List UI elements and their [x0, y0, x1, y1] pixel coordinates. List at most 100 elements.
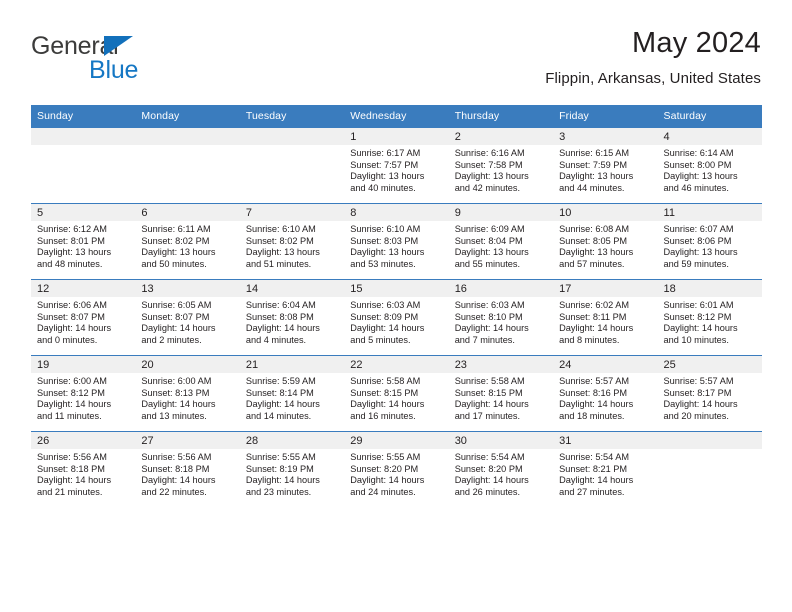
daylight-duration-line1: Daylight: 14 hours	[454, 323, 529, 334]
calendar-day-cell[interactable]: 1 Sunrise: 6:17 AM Sunset: 7:57 PM Daylight…	[344, 127, 449, 204]
day-details: Sunrise: 6:10 AM Sunset: 8:03 PM Daylight:…	[344, 221, 448, 270]
calendar-day-cell[interactable]: 2 Sunrise: 6:16 AM Sunset: 7:58 PM Daylight…	[448, 127, 554, 204]
sunrise-time: Sunrise: 6:10 AM	[245, 224, 316, 234]
daylight-duration-line1: Daylight: 13 hours	[559, 171, 634, 182]
daylight-duration-line1: Daylight: 14 hours	[37, 323, 112, 334]
day-cell-inner: 3 Sunrise: 6:15 AM Sunset: 7:59 PM Daylight…	[553, 128, 658, 203]
calendar-day-cell[interactable]: 26 Sunrise: 5:56 AM Sunset: 8:18 PM Dayligh…	[31, 431, 136, 508]
sunset-time: Sunset: 8:18 PM	[141, 463, 210, 474]
day-cell-inner: 17 Sunrise: 6:02 AM Sunset: 8:11 PM Dayligh…	[553, 280, 658, 355]
sunrise-time: Sunrise: 5:55 AM	[245, 452, 316, 462]
daylight-duration-line2: and 0 minutes.	[37, 334, 98, 345]
sunrise-time: Sunrise: 6:06 AM	[37, 300, 107, 310]
day-details	[240, 145, 344, 148]
daylight-duration-line1: Daylight: 14 hours	[141, 475, 216, 486]
day-details: Sunrise: 6:00 AM Sunset: 8:12 PM Daylight:…	[31, 373, 135, 422]
day-cell-inner: 6 Sunrise: 6:11 AM Sunset: 8:02 PM Daylight…	[135, 204, 240, 279]
calendar-day-cell[interactable]: 9 Sunrise: 6:09 AM Sunset: 8:04 PM Daylight…	[448, 203, 554, 280]
day-number	[135, 128, 240, 145]
calendar-day-cell[interactable]: 17 Sunrise: 6:02 AM Sunset: 8:11 PM Dayligh…	[553, 279, 658, 356]
daylight-duration-line2: and 7 minutes.	[454, 334, 515, 345]
sunset-time: Sunset: 8:11 PM	[559, 311, 627, 322]
daylight-duration-line2: and 57 minutes.	[559, 258, 625, 269]
calendar-day-cell[interactable]: 20 Sunrise: 6:00 AM Sunset: 8:13 PM Dayligh…	[135, 355, 240, 432]
day-cell-inner: 24 Sunrise: 5:57 AM Sunset: 8:16 PM Dayligh…	[553, 356, 658, 431]
calendar-day-cell[interactable]: 12 Sunrise: 6:06 AM Sunset: 8:07 PM Dayligh…	[31, 279, 136, 356]
calendar-week-row: 26 Sunrise: 5:56 AM Sunset: 8:18 PM Dayligh…	[31, 431, 762, 508]
calendar-day-cell[interactable]: 13 Sunrise: 6:05 AM Sunset: 8:07 PM Dayligh…	[135, 279, 240, 356]
calendar-week-row: 5 Sunrise: 6:12 AM Sunset: 8:01 PM Daylight…	[31, 203, 762, 280]
sunset-time: Sunset: 7:59 PM	[559, 159, 628, 170]
sunset-time: Sunset: 8:20 PM	[454, 463, 523, 474]
logo-triangle-icon	[104, 36, 133, 56]
sunset-time: Sunset: 8:00 PM	[663, 159, 732, 170]
calendar-day-cell[interactable]: 18 Sunrise: 6:01 AM Sunset: 8:12 PM Dayligh…	[657, 279, 762, 356]
day-details: Sunrise: 6:07 AM Sunset: 8:06 PM Daylight:…	[658, 221, 762, 270]
day-cell-inner: 31 Sunrise: 5:54 AM Sunset: 8:21 PM Dayligh…	[553, 432, 658, 508]
calendar-day-cell[interactable]: 15 Sunrise: 6:03 AM Sunset: 8:09 PM Dayligh…	[344, 279, 449, 356]
daylight-duration-line2: and 50 minutes.	[141, 258, 207, 269]
calendar-day-cell[interactable]: 25 Sunrise: 5:57 AM Sunset: 8:17 PM Dayligh…	[657, 355, 762, 432]
daylight-duration-line2: and 23 minutes.	[245, 486, 312, 497]
day-number: 17	[553, 280, 658, 297]
sunset-time: Sunset: 8:12 PM	[37, 387, 105, 398]
calendar-day-cell[interactable]: 4 Sunrise: 6:14 AM Sunset: 8:00 PM Daylight…	[657, 127, 762, 204]
daylight-duration-line1: Daylight: 14 hours	[37, 399, 112, 410]
day-cell-inner: 10 Sunrise: 6:08 AM Sunset: 8:05 PM Dayligh…	[553, 204, 658, 279]
daylight-duration-line2: and 40 minutes.	[350, 182, 416, 193]
calendar-day-cell[interactable]: 14 Sunrise: 6:04 AM Sunset: 8:08 PM Dayligh…	[239, 279, 345, 356]
sunset-time: Sunset: 8:07 PM	[37, 311, 105, 322]
calendar-day-cell[interactable]: 29 Sunrise: 5:55 AM Sunset: 8:20 PM Dayligh…	[344, 431, 449, 508]
title-block: May 2024 Flippin, Arkansas, United State…	[545, 26, 761, 89]
day-details: Sunrise: 5:54 AM Sunset: 8:20 PM Daylight:…	[449, 449, 553, 498]
sunrise-time: Sunrise: 6:07 AM	[663, 224, 734, 234]
calendar-day-cell-empty	[31, 127, 136, 204]
daylight-duration-line2: and 53 minutes.	[350, 258, 416, 269]
daylight-duration-line1: Daylight: 13 hours	[663, 247, 738, 258]
generalblue-logo[interactable]: General Blue	[31, 34, 211, 88]
sunrise-time: Sunrise: 5:54 AM	[559, 452, 630, 462]
day-number: 31	[553, 432, 658, 449]
calendar-day-cell[interactable]: 5 Sunrise: 6:12 AM Sunset: 8:01 PM Daylight…	[31, 203, 136, 280]
daylight-duration-line2: and 5 minutes.	[350, 334, 411, 345]
daylight-duration-line1: Daylight: 14 hours	[141, 323, 216, 334]
daylight-duration-line2: and 13 minutes.	[141, 410, 207, 421]
calendar-day-cell[interactable]: 3 Sunrise: 6:15 AM Sunset: 7:59 PM Daylight…	[553, 127, 658, 204]
day-cell-inner: 26 Sunrise: 5:56 AM Sunset: 8:18 PM Dayligh…	[31, 432, 136, 508]
calendar-day-cell[interactable]: 28 Sunrise: 5:55 AM Sunset: 8:19 PM Dayligh…	[239, 431, 345, 508]
daylight-duration-line1: Daylight: 13 hours	[141, 247, 216, 258]
calendar-day-cell[interactable]: 22 Sunrise: 5:58 AM Sunset: 8:15 PM Dayligh…	[344, 355, 449, 432]
daylight-duration-line2: and 22 minutes.	[141, 486, 207, 497]
daylight-duration-line1: Daylight: 14 hours	[37, 475, 112, 486]
calendar-day-cell[interactable]: 8 Sunrise: 6:10 AM Sunset: 8:03 PM Daylight…	[344, 203, 449, 280]
calendar-day-cell[interactable]: 10 Sunrise: 6:08 AM Sunset: 8:05 PM Dayligh…	[553, 203, 658, 280]
sunrise-time: Sunrise: 6:15 AM	[559, 148, 630, 158]
calendar-week-row: 12 Sunrise: 6:06 AM Sunset: 8:07 PM Dayligh…	[31, 279, 762, 356]
calendar-day-cell[interactable]: 30 Sunrise: 5:54 AM Sunset: 8:20 PM Dayligh…	[448, 431, 554, 508]
daylight-duration-line1: Daylight: 13 hours	[663, 171, 738, 182]
calendar-day-cell[interactable]: 19 Sunrise: 6:00 AM Sunset: 8:12 PM Dayligh…	[31, 355, 136, 432]
calendar-day-cell[interactable]: 11 Sunrise: 6:07 AM Sunset: 8:06 PM Dayligh…	[657, 203, 762, 280]
daylight-duration-line2: and 11 minutes.	[37, 410, 102, 421]
calendar-day-cell[interactable]: 21 Sunrise: 5:59 AM Sunset: 8:14 PM Dayligh…	[239, 355, 345, 432]
calendar-day-cell[interactable]: 24 Sunrise: 5:57 AM Sunset: 8:16 PM Dayligh…	[553, 355, 658, 432]
sunrise-time: Sunrise: 6:14 AM	[663, 148, 734, 158]
sunset-time: Sunset: 8:05 PM	[559, 235, 628, 246]
day-number	[31, 128, 136, 145]
daylight-duration-line1: Daylight: 13 hours	[454, 171, 529, 182]
day-cell-inner: 27 Sunrise: 5:56 AM Sunset: 8:18 PM Dayligh…	[135, 432, 240, 508]
calendar-day-cell[interactable]: 31 Sunrise: 5:54 AM Sunset: 8:21 PM Dayligh…	[553, 431, 658, 508]
calendar-day-cell[interactable]: 6 Sunrise: 6:11 AM Sunset: 8:02 PM Daylight…	[135, 203, 240, 280]
calendar-day-cell-empty	[135, 127, 240, 204]
sunrise-time: Sunrise: 5:56 AM	[141, 452, 212, 462]
day-details: Sunrise: 6:14 AM Sunset: 8:00 PM Daylight:…	[658, 145, 762, 194]
daylight-duration-line1: Daylight: 13 hours	[454, 247, 529, 258]
day-details: Sunrise: 6:17 AM Sunset: 7:57 PM Daylight:…	[344, 145, 448, 194]
calendar-day-cell[interactable]: 27 Sunrise: 5:56 AM Sunset: 8:18 PM Dayligh…	[135, 431, 240, 508]
day-cell-inner: 28 Sunrise: 5:55 AM Sunset: 8:19 PM Dayligh…	[239, 432, 345, 508]
daylight-duration-line2: and 26 minutes.	[454, 486, 521, 497]
calendar-day-cell[interactable]: 16 Sunrise: 6:03 AM Sunset: 8:10 PM Dayligh…	[448, 279, 554, 356]
calendar-day-cell[interactable]: 23 Sunrise: 5:58 AM Sunset: 8:15 PM Dayligh…	[448, 355, 554, 432]
calendar-day-cell[interactable]: 7 Sunrise: 6:10 AM Sunset: 8:02 PM Daylight…	[239, 203, 345, 280]
weekday-header-sunday: Sunday	[31, 105, 136, 128]
